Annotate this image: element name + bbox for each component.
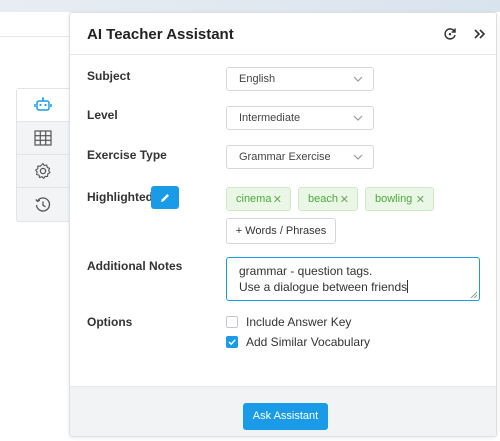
chevron-down-icon	[353, 154, 363, 160]
history-icon	[35, 196, 51, 212]
pencil-icon	[161, 193, 169, 202]
background-divider	[0, 36, 70, 37]
include-answer-key-checkbox[interactable]	[226, 316, 238, 328]
gear-icon	[35, 162, 51, 179]
text-caret	[407, 280, 409, 293]
add-similar-vocabulary-checkbox[interactable]	[226, 336, 238, 348]
add-similar-vocabulary-label: Add Similar Vocabulary	[246, 335, 371, 349]
highlight-tag: bowling ✕	[365, 187, 434, 211]
additional-notes-label: Additional Notes	[87, 259, 183, 273]
panel-header: AI Teacher Assistant	[70, 13, 496, 55]
highlighted-label: Highlighted	[87, 190, 153, 204]
chevron-down-icon	[353, 76, 363, 82]
level-select[interactable]: Intermediate	[226, 106, 374, 130]
additional-notes-textarea[interactable]: grammar - question tags. Use a dialogue …	[226, 257, 480, 301]
panel-title: AI Teacher Assistant	[87, 26, 234, 43]
rail-item-table[interactable]	[17, 122, 69, 155]
subject-value: English	[239, 73, 276, 85]
chevron-down-icon	[353, 115, 363, 121]
rail-item-settings[interactable]	[17, 155, 69, 188]
side-rail	[16, 88, 69, 222]
refresh-button[interactable]	[440, 24, 460, 44]
rail-item-assistant[interactable]	[17, 89, 69, 122]
robot-icon	[34, 97, 52, 111]
tag-label: bowling	[375, 193, 413, 205]
double-chevron-right-icon	[474, 29, 486, 39]
assistant-panel: AI Teacher Assistant Subject English Lev…	[69, 12, 497, 437]
rail-item-history[interactable]	[17, 188, 69, 221]
notes-line-2-text: Use a dialogue between friends	[239, 280, 408, 294]
tag-label: beach	[308, 193, 338, 205]
exercise-type-value: Grammar Exercise	[239, 151, 331, 163]
subject-label: Subject	[87, 69, 131, 83]
checkmark-icon	[228, 339, 236, 346]
background-app-bar	[0, 0, 500, 12]
tag-remove-icon[interactable]: ✕	[273, 193, 282, 206]
level-label: Level	[87, 108, 118, 122]
include-answer-key-label: Include Answer Key	[246, 315, 352, 329]
panel-footer: Ask Assistant	[70, 386, 496, 436]
notes-line-2: Use a dialogue between friends	[239, 279, 479, 295]
tag-label: cinema	[236, 193, 272, 205]
notes-line-1: grammar - question tags.	[239, 264, 373, 278]
exercise-type-label: Exercise Type	[87, 148, 167, 162]
ask-assistant-button[interactable]: Ask Assistant	[243, 403, 328, 430]
collapse-panel-button[interactable]	[469, 24, 489, 44]
add-words-phrases-button[interactable]: + Words / Phrases	[226, 218, 336, 244]
subject-select[interactable]: English	[226, 67, 374, 91]
tag-remove-icon[interactable]: ✕	[416, 193, 425, 206]
highlight-tag: beach ✕	[298, 187, 358, 211]
level-value: Intermediate	[239, 112, 301, 124]
options-label: Options	[87, 315, 133, 329]
refresh-icon	[444, 28, 456, 40]
exercise-type-select[interactable]: Grammar Exercise	[226, 145, 374, 169]
tag-remove-icon[interactable]: ✕	[340, 193, 349, 206]
edit-highlighted-button[interactable]	[151, 186, 179, 209]
resize-handle-icon[interactable]	[470, 291, 477, 298]
highlight-tag: cinema ✕	[226, 187, 291, 211]
table-grid-icon	[34, 130, 52, 146]
